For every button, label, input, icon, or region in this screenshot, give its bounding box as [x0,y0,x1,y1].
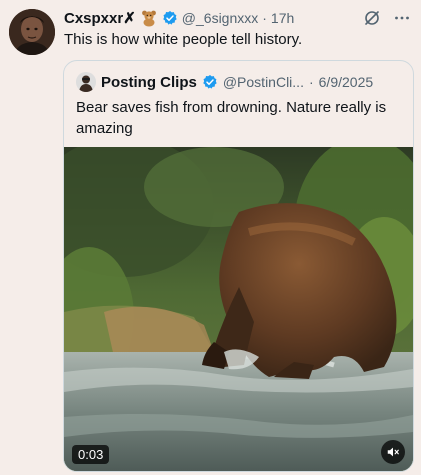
quoted-post-text: Bear saves fish from drowning. Nature re… [76,99,387,137]
video-frame-bear-in-river [64,147,413,471]
quoted-post-header: Posting Clips @PostinCli... · 6/9/2025 [76,71,403,93]
post-header: Cxspxxr✗ @_6signxxx · 17h [64,8,411,28]
author-name[interactable]: Cxspxxr✗ [64,9,136,27]
header-actions [363,9,411,27]
quoted-author-handle[interactable]: @PostinCli... [223,74,304,90]
grok-icon[interactable] [363,9,381,27]
mute-button[interactable] [381,440,405,464]
video-timestamp: 0:03 [72,445,110,464]
post-text: This is how white people tell history. [64,31,303,48]
more-options-icon[interactable] [393,9,411,27]
quoted-post[interactable]: Posting Clips @PostinCli... · 6/9/2025 B… [63,60,414,472]
quoted-author-name[interactable]: Posting Clips [101,74,197,91]
teddy-bear-icon [140,9,158,27]
author-avatar[interactable] [9,9,55,55]
verified-badge-icon [202,74,218,90]
post-card[interactable]: Cxspxxr✗ @_6signxxx · 17h This is how wh… [0,0,421,475]
separator-dot: · [308,74,314,90]
speaker-muted-icon [387,447,399,457]
post-time[interactable]: 17h [271,10,294,26]
quoted-post-date[interactable]: 6/9/2025 [319,74,374,90]
quoted-author-avatar[interactable] [76,72,96,92]
author-avatar-image [9,9,55,55]
author-handle[interactable]: @_6signxxx [182,10,258,26]
verified-badge-icon [162,10,178,26]
separator-dot: · [262,10,267,26]
video-player[interactable]: 0:03 [64,147,413,471]
